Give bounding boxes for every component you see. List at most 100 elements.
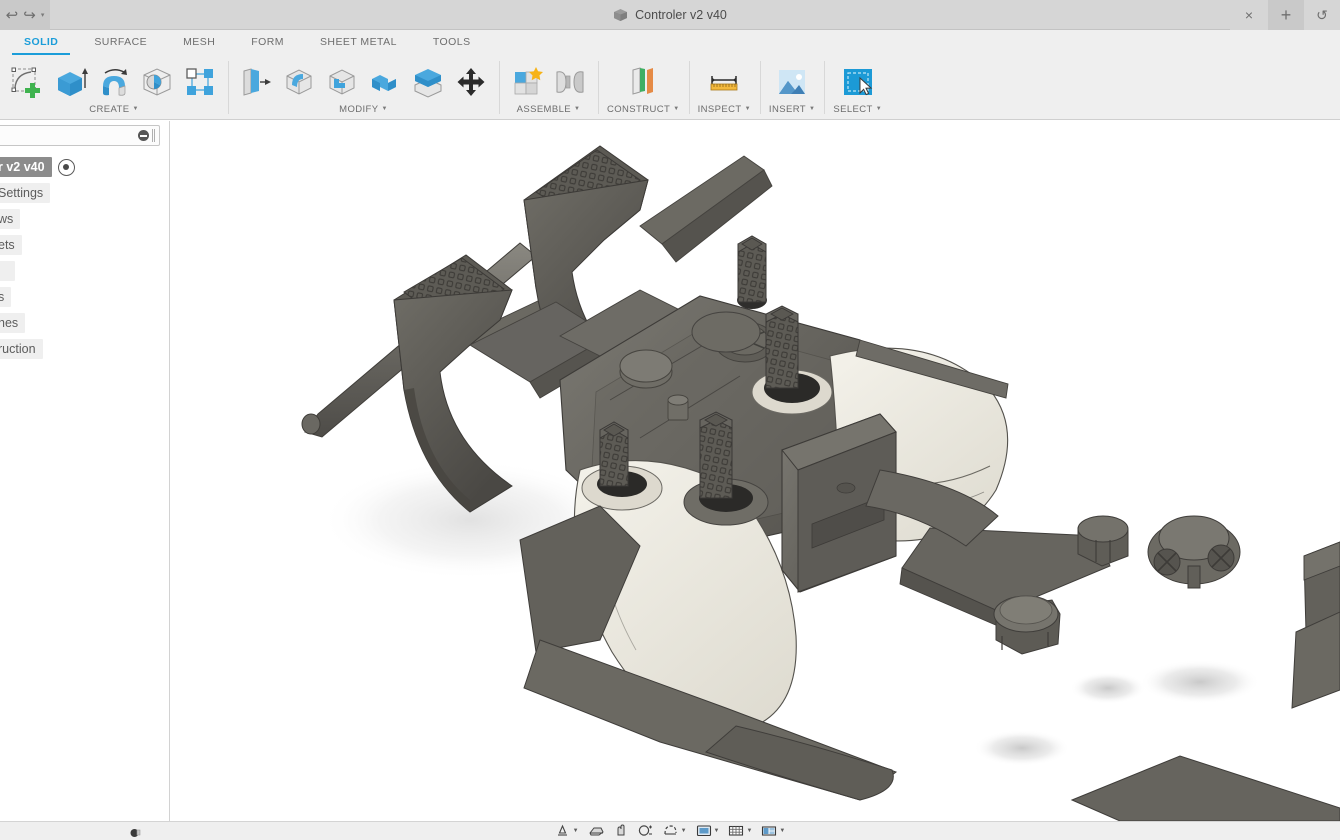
tab-form[interactable]: FORM [233, 30, 302, 55]
ribbon-group-insert: INSERT ▼ [759, 55, 824, 119]
move-copy-icon[interactable] [452, 63, 490, 101]
ribbon-group-construct: CONSTRUCT ▼ [598, 55, 689, 119]
browser-item-origin[interactable] [0, 258, 169, 284]
browser-item-bodies[interactable]: s [0, 284, 169, 310]
ribbon-group-inspect: INSPECT ▼ [688, 55, 760, 119]
3d-viewport[interactable] [0, 121, 1340, 821]
window-title: Controler v2 v40 [635, 8, 727, 22]
assemble-label-text: ASSEMBLE [516, 103, 572, 115]
chevron-down-icon[interactable]: ▼ [714, 828, 720, 834]
tab-sheet-metal[interactable]: SHEET METAL [302, 30, 415, 55]
redo-dropdown-caret[interactable]: ▾ [41, 11, 45, 19]
browser-item-label: ets [0, 235, 22, 255]
joint-icon[interactable] [551, 63, 589, 101]
new-component-icon[interactable] [508, 63, 546, 101]
browser-item-sheets[interactable]: ets [0, 232, 169, 258]
browser-search-box[interactable] [0, 125, 160, 146]
redo-button[interactable]: ↪ [23, 8, 36, 23]
close-tab-button[interactable]: × [1230, 0, 1268, 30]
ribbon-group-modify-label[interactable]: MODIFY ▼ [339, 101, 388, 117]
ribbon-toolbar: CREATE ▼ MODIFY ▼ ASSEMBLE ▼ CONSTRUCT ▼… [0, 55, 1340, 120]
offset-face-icon[interactable] [409, 63, 447, 101]
browser-item-label: ruction [0, 339, 43, 359]
chevron-down-icon[interactable]: ▼ [673, 106, 679, 112]
window-controls: × + ↺ [1230, 0, 1340, 30]
press-pull-icon[interactable] [237, 63, 275, 101]
chevron-down-icon[interactable]: ▼ [382, 106, 388, 112]
orbit-icon[interactable]: ▼ [555, 824, 579, 838]
shell-icon[interactable] [323, 63, 361, 101]
fillet-icon[interactable] [280, 63, 318, 101]
browser-item-label: hes [0, 313, 26, 333]
ribbon-group-inspect-label[interactable]: INSPECT ▼ [698, 101, 751, 117]
chevron-down-icon[interactable]: ▼ [132, 106, 138, 112]
create-label-text: CREATE [89, 103, 130, 115]
tab-tools[interactable]: TOOLS [415, 30, 489, 55]
grid-snaps-icon[interactable]: ▼ [728, 824, 752, 838]
tab-solid[interactable]: SOLID [6, 30, 76, 55]
chevron-down-icon[interactable]: ▼ [745, 106, 751, 112]
ribbon-group-assemble-label[interactable]: ASSEMBLE ▼ [517, 101, 581, 117]
browser-item-sketches[interactable]: hes [0, 310, 169, 336]
window-title-block: Controler v2 v40 [0, 0, 1340, 30]
insert-label-text: INSERT [768, 103, 806, 115]
chevron-down-icon[interactable]: ▼ [746, 828, 752, 834]
ribbon-group-create-label[interactable]: CREATE ▼ [89, 101, 139, 117]
viewport-layout-icon[interactable]: ▼ [761, 824, 785, 838]
browser-item-label: ws [0, 209, 21, 229]
measure-icon[interactable] [705, 63, 743, 101]
browser-item-label [0, 261, 16, 281]
fit-icon[interactable]: ▼ [663, 824, 687, 838]
select-window-icon[interactable] [839, 63, 877, 101]
new-tab-button[interactable]: + [1268, 0, 1304, 30]
chevron-down-icon[interactable]: ▼ [809, 106, 815, 112]
display-settings-icon[interactable]: ▼ [696, 824, 720, 838]
title-bar: ↩ ↪ ▾ Controler v2 v40 × + ↺ [0, 0, 1340, 30]
hole-icon[interactable] [138, 63, 176, 101]
no-entry-icon[interactable] [138, 130, 149, 141]
extrude-icon[interactable] [52, 63, 90, 101]
chevron-down-icon[interactable]: ▼ [574, 106, 580, 112]
ribbon-group-insert-label[interactable]: INSERT ▼ [769, 101, 815, 117]
visibility-eye-icon[interactable] [57, 158, 75, 176]
browser-item-named-views[interactable]: ws [0, 206, 169, 232]
browser-item-document-settings[interactable]: Settings [0, 180, 169, 206]
refresh-button[interactable]: ↺ [1304, 0, 1340, 30]
tab-surface[interactable]: SURFACE [76, 30, 165, 55]
construct-label-text: CONSTRUCT [607, 103, 671, 115]
offset-plane-icon[interactable] [624, 63, 662, 101]
panel-resize-grip[interactable] [152, 129, 155, 142]
browser-item-document-root[interactable]: r v2 v40 [0, 154, 169, 180]
pan-icon[interactable] [613, 824, 629, 838]
look-at-icon[interactable] [588, 824, 604, 838]
insert-image-icon[interactable] [773, 63, 811, 101]
ribbon-group-modify: MODIFY ▼ [228, 55, 499, 119]
ribbon-group-construct-label[interactable]: CONSTRUCT ▼ [607, 101, 680, 117]
ribbon-group-select-label[interactable]: SELECT ▼ [833, 101, 882, 117]
browser-item-label: r v2 v40 [0, 157, 52, 177]
chevron-down-icon[interactable]: ▼ [779, 828, 785, 834]
combine-icon[interactable] [366, 63, 404, 101]
browser-item-construction[interactable]: ruction [0, 336, 169, 362]
view-navigation-bar: ▼ ▼ ▼ ▼ ▼ [0, 821, 1340, 840]
select-label-text: SELECT [833, 103, 873, 115]
browser-item-label: s [0, 287, 12, 307]
browser-tree: r v2 v40 Settings ws ets s hes ru [0, 154, 169, 362]
inspect-label-text: INSPECT [697, 103, 742, 115]
chevron-down-icon[interactable]: ▼ [573, 828, 579, 834]
fusion360-window: ↩ ↪ ▾ Controler v2 v40 × + ↺ SOLID SURFA… [0, 0, 1340, 840]
ribbon-group-assemble: ASSEMBLE ▼ [499, 55, 598, 119]
ribbon-group-select: SELECT ▼ [824, 55, 891, 119]
zoom-icon[interactable] [638, 824, 654, 838]
chevron-down-icon[interactable]: ▼ [876, 106, 882, 112]
new-sketch-icon[interactable] [9, 63, 47, 101]
browser-panel: r v2 v40 Settings ws ets s hes ru [0, 121, 170, 821]
quick-access-toolbar: ↩ ↪ ▾ [0, 0, 50, 30]
undo-button[interactable]: ↩ [6, 8, 19, 23]
ribbon-group-create: CREATE ▼ [0, 55, 228, 119]
tab-mesh[interactable]: MESH [165, 30, 233, 55]
chevron-down-icon[interactable]: ▼ [681, 828, 687, 834]
pattern-icon[interactable] [181, 63, 219, 101]
modify-label-text: MODIFY [339, 103, 379, 115]
revolve-icon[interactable] [95, 63, 133, 101]
